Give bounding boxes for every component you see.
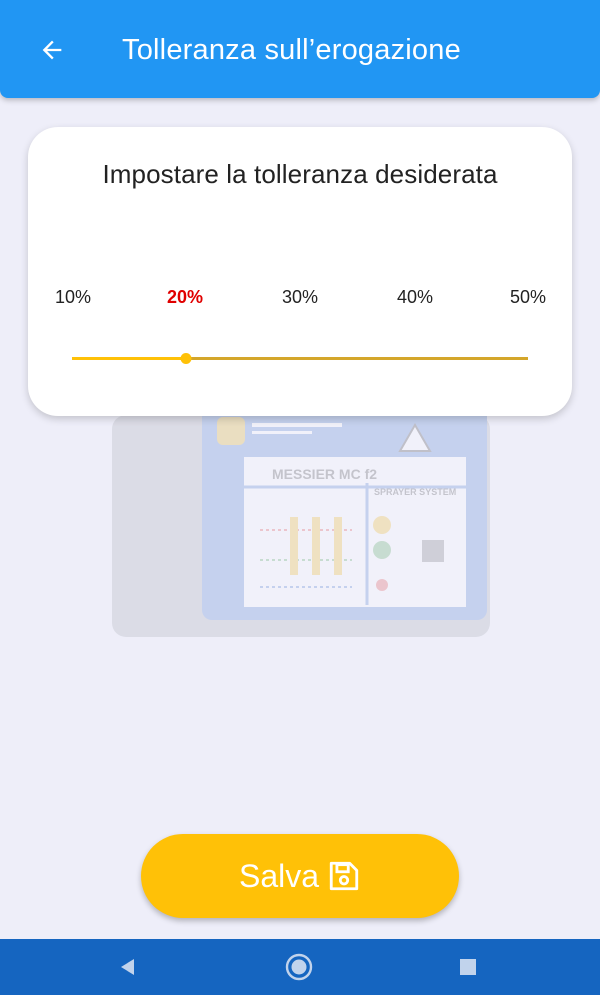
back-button[interactable] xyxy=(30,30,74,70)
tolerance-card: Impostare la tolleranza desiderata 10% 2… xyxy=(28,127,572,416)
device-image: MESSIER MC f2 SPRAYER SYSTEM xyxy=(112,405,490,637)
nav-home-button[interactable] xyxy=(283,951,315,983)
app-bar: Tolleranza sull’erogazione xyxy=(0,0,600,98)
device-label-text: MESSIER MC f2 xyxy=(272,466,377,482)
card-title: Impostare la tolleranza desiderata xyxy=(102,159,498,189)
nav-back-button[interactable] xyxy=(112,951,144,983)
save-button-label: Salva xyxy=(238,857,320,894)
tick-30[interactable]: 30% xyxy=(282,287,318,308)
nav-recents-button[interactable] xyxy=(452,951,484,983)
tick-40[interactable]: 40% xyxy=(397,287,433,308)
system-nav-bar xyxy=(0,939,600,995)
tick-20-selected[interactable]: 20% xyxy=(167,287,203,308)
save-button[interactable]: Salva xyxy=(141,834,459,918)
slider-fill xyxy=(72,357,186,360)
tick-50[interactable]: 50% xyxy=(510,287,546,308)
arrow-left-icon xyxy=(42,40,62,60)
tick-10[interactable]: 10% xyxy=(55,287,91,308)
slider-thumb[interactable] xyxy=(180,353,192,364)
floppy-disk-icon xyxy=(329,861,359,891)
back-triangle-icon xyxy=(121,959,134,975)
recents-square-icon xyxy=(460,959,476,975)
page-title: Tolleranza sull’erogazione xyxy=(122,34,461,66)
home-circle-icon xyxy=(285,953,313,981)
